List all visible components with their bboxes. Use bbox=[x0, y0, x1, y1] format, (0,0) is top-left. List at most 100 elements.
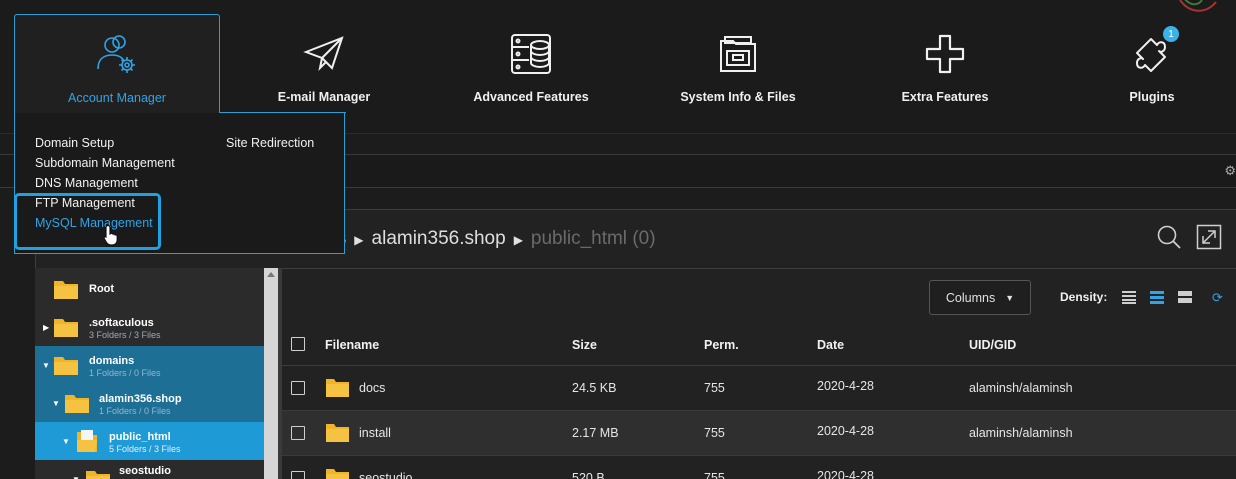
database-icon bbox=[509, 32, 553, 76]
hand-cursor-icon bbox=[103, 224, 118, 246]
nav-label: Extra Features bbox=[901, 90, 989, 104]
header-date[interactable]: Date bbox=[817, 338, 844, 352]
tree-node-root[interactable]: Root bbox=[35, 270, 264, 308]
header-size[interactable]: Size bbox=[572, 338, 597, 352]
table-header: Filename Size Perm. Date UID/GID bbox=[282, 322, 1236, 366]
table-row[interactable]: install 2.17 MB 755 2020-4-28 alaminsh/a… bbox=[282, 411, 1236, 456]
cell-filename[interactable]: seostudio bbox=[359, 471, 413, 479]
tree-node-alamin356-shop[interactable]: ▼ alamin356.shop 1 Folders / 0 Files bbox=[35, 384, 264, 422]
cell-date: 2020-4-28 bbox=[817, 424, 874, 438]
cell-date: 2020-4-28 bbox=[817, 469, 874, 479]
cell-filename[interactable]: install bbox=[359, 426, 391, 440]
tree-scrollbar[interactable] bbox=[264, 268, 278, 479]
columns-button[interactable]: Columns ▼ bbox=[929, 280, 1031, 315]
caret-down-icon[interactable]: ▼ bbox=[62, 437, 70, 446]
breadcrumb-separator-icon: ▶ bbox=[354, 233, 364, 247]
breadcrumb-separator-icon: ▶ bbox=[513, 233, 523, 247]
menu-site-redirection[interactable]: Site Redirection bbox=[226, 136, 314, 150]
nav-label: System Info & Files bbox=[680, 90, 796, 104]
table-row[interactable]: docs 24.5 KB 755 2020-4-28 alaminsh/alam… bbox=[282, 366, 1236, 411]
scroll-up-icon[interactable] bbox=[267, 272, 275, 277]
menu-domain-setup[interactable]: Domain Setup bbox=[35, 136, 114, 150]
menu-border bbox=[220, 112, 346, 113]
tree-node-meta: 1 Folders / 0 Files bbox=[89, 368, 161, 378]
nav-label: Advanced Features bbox=[473, 90, 589, 104]
highlight-box bbox=[14, 193, 161, 250]
nav-label: Account Manager bbox=[68, 91, 166, 105]
nav-label: E-mail Manager bbox=[277, 90, 371, 104]
cell-perm: 755 bbox=[704, 381, 725, 395]
cell-uid-gid: alaminsh/alaminsh bbox=[969, 426, 1073, 440]
header-filename[interactable]: Filename bbox=[325, 338, 379, 352]
nav-email-manager[interactable]: E-mail Manager bbox=[221, 14, 427, 114]
row-checkbox[interactable] bbox=[291, 381, 305, 395]
breadcrumb-current: public_html bbox=[530, 228, 628, 249]
cell-uid-gid: alaminsh/alaminsh bbox=[969, 381, 1073, 395]
tree-node-public-html[interactable]: ▼ public_html 5 Folders / 3 Files bbox=[35, 422, 264, 460]
row-checkbox[interactable] bbox=[291, 471, 305, 479]
tree-node-label: public_html bbox=[109, 431, 171, 443]
density-compact-icon[interactable] bbox=[1122, 290, 1136, 304]
chevron-down-icon: ▼ bbox=[1005, 292, 1015, 303]
select-all-checkbox[interactable] bbox=[291, 337, 305, 351]
caret-down-icon[interactable]: ▼ bbox=[42, 361, 50, 370]
gear-icon[interactable]: ⚙ bbox=[1224, 163, 1236, 179]
folder-icon bbox=[54, 281, 78, 299]
cell-filename[interactable]: docs bbox=[359, 381, 385, 395]
breadcrumb-domain[interactable]: alamin356.shop bbox=[372, 228, 506, 249]
tree-node-domains[interactable]: ▼ domains 1 Folders / 0 Files bbox=[35, 346, 264, 384]
folder-icon bbox=[65, 395, 89, 413]
caret-right-icon[interactable]: ▶ bbox=[43, 323, 49, 332]
tree-node-softaculous[interactable]: ▶ .softaculous 3 Folders / 3 Files bbox=[35, 308, 264, 346]
nav-label: Plugins bbox=[1129, 90, 1175, 104]
density-label: Density: bbox=[1060, 290, 1108, 304]
nav-extra-features[interactable]: Extra Features bbox=[842, 14, 1048, 114]
paper-plane-icon bbox=[302, 32, 346, 76]
folder-icon bbox=[326, 469, 349, 479]
tree-node-seostudio[interactable]: ▼ seostudio bbox=[35, 460, 264, 479]
table-row[interactable]: seostudio 520 B 755 2020-4-28 bbox=[282, 456, 1236, 479]
tree-node-label: .softaculous bbox=[89, 317, 154, 329]
nav-plugins[interactable]: 1 Plugins bbox=[1049, 14, 1236, 114]
tree-node-meta: 5 Folders / 3 Files bbox=[109, 444, 181, 454]
expand-icon[interactable] bbox=[1196, 224, 1222, 250]
corner-decoration-icon bbox=[1179, 0, 1217, 12]
puzzle-icon: 1 bbox=[1131, 26, 1179, 76]
caret-down-icon[interactable]: ▼ bbox=[72, 475, 80, 479]
cell-size: 520 B bbox=[572, 471, 605, 479]
header-uid-gid[interactable]: UID/GID bbox=[969, 338, 1016, 352]
folder-icon bbox=[326, 379, 349, 397]
breadcrumb: ins▶alamin356.shop▶public_html (0) bbox=[322, 228, 656, 250]
cell-perm: 755 bbox=[704, 471, 725, 479]
breadcrumb-count: (0) bbox=[632, 228, 656, 249]
open-folder-icon bbox=[77, 430, 97, 452]
refresh-icon[interactable]: ⟳ bbox=[1212, 290, 1223, 306]
caret-down-icon[interactable]: ▼ bbox=[52, 399, 60, 408]
nav-advanced-features[interactable]: Advanced Features bbox=[428, 14, 634, 114]
density-comfortable-icon[interactable] bbox=[1178, 290, 1192, 304]
users-gear-icon bbox=[94, 33, 140, 77]
nav-system-info-files[interactable]: System Info & Files bbox=[635, 14, 841, 114]
tree-node-label: alamin356.shop bbox=[99, 393, 182, 405]
cell-size: 2.17 MB bbox=[572, 426, 619, 440]
header-perm[interactable]: Perm. bbox=[704, 338, 739, 352]
menu-dns-management[interactable]: DNS Management bbox=[35, 176, 138, 190]
density-normal-icon[interactable] bbox=[1150, 290, 1164, 304]
row-checkbox[interactable] bbox=[291, 426, 305, 440]
plugins-badge: 1 bbox=[1163, 26, 1179, 42]
tree-node-label: domains bbox=[89, 355, 135, 367]
search-icon[interactable] bbox=[1156, 224, 1182, 250]
folder-icon bbox=[326, 424, 349, 442]
file-cabinet-icon bbox=[717, 32, 759, 76]
tree-node-label: Root bbox=[89, 283, 115, 295]
folder-icon bbox=[86, 471, 110, 479]
folder-icon bbox=[54, 319, 78, 337]
cell-size: 24.5 KB bbox=[572, 381, 617, 395]
menu-subdomain-management[interactable]: Subdomain Management bbox=[35, 156, 175, 170]
cell-perm: 755 bbox=[704, 426, 725, 440]
plus-icon bbox=[924, 32, 966, 76]
columns-label: Columns bbox=[945, 290, 996, 305]
tree-node-meta: 3 Folders / 3 Files bbox=[89, 330, 161, 340]
cell-date: 2020-4-28 bbox=[817, 379, 874, 393]
nav-account-manager[interactable]: Account Manager bbox=[14, 14, 220, 114]
